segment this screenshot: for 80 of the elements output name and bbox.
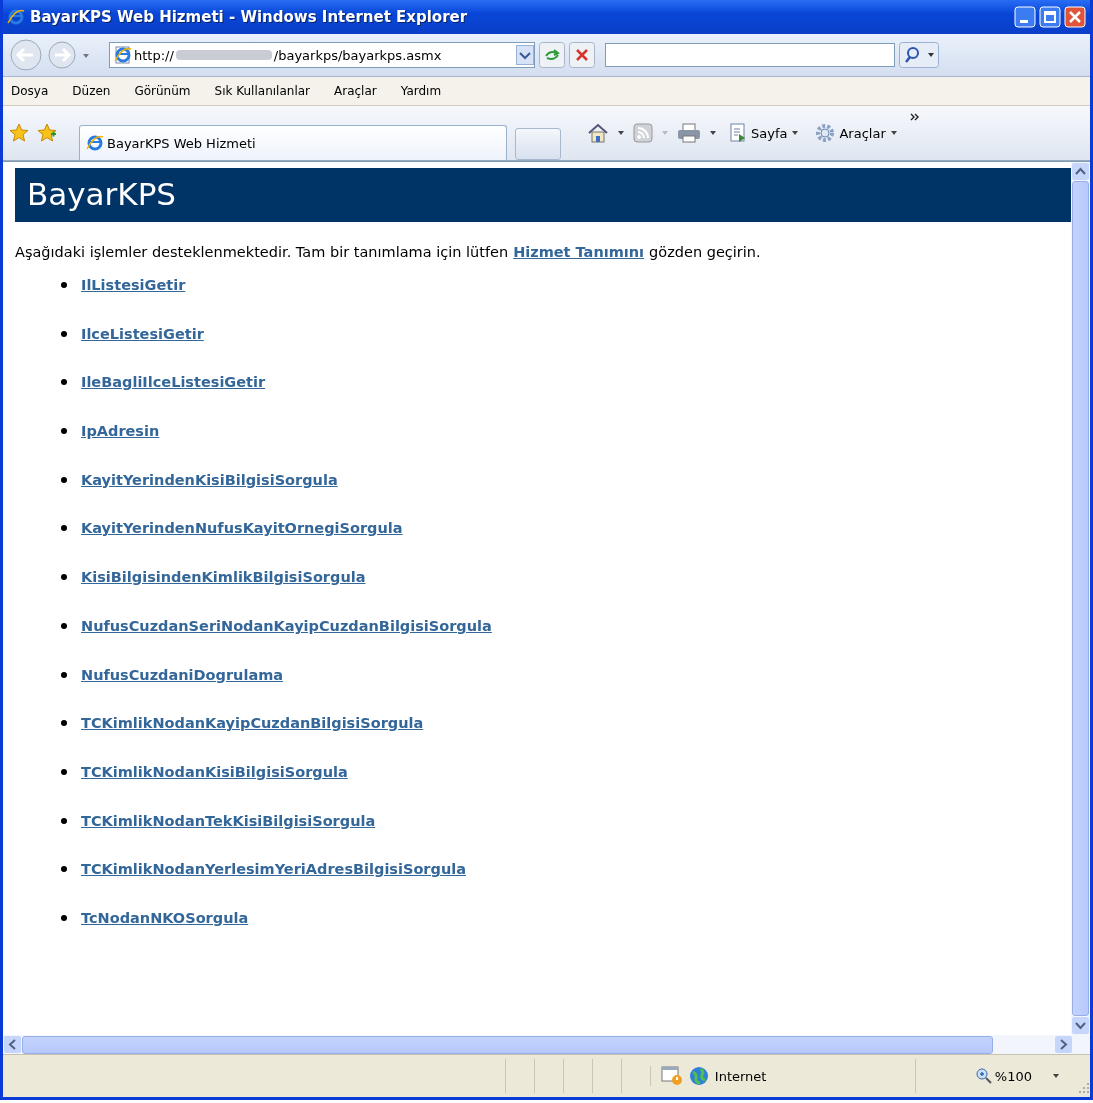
refresh-button[interactable] xyxy=(539,42,565,68)
operation-link[interactable]: TCKimlikNodanYerlesimYeriAdresBilgisiSorgula xyxy=(81,861,466,878)
bullet-icon xyxy=(61,866,67,873)
caret-icon[interactable] xyxy=(617,130,625,136)
gear-icon xyxy=(815,123,836,143)
browser-logo-icon xyxy=(86,134,104,152)
bullet-icon xyxy=(61,428,67,435)
printer-icon[interactable] xyxy=(677,123,701,143)
tools-menu-button[interactable]: Araçlar xyxy=(811,123,902,143)
caret-icon[interactable] xyxy=(709,130,717,136)
bullet-icon xyxy=(61,817,67,824)
operation-link[interactable]: IlListesiGetir xyxy=(81,277,186,293)
bullet-icon xyxy=(61,476,67,483)
operation-link[interactable]: NufusCuzdaniDogrulama xyxy=(81,666,284,683)
menu-item[interactable]: Dosya xyxy=(11,84,49,98)
close-button[interactable] xyxy=(1064,6,1086,28)
chevron-icon[interactable] xyxy=(909,112,920,122)
zoom-button[interactable]: %100 xyxy=(914,1059,1038,1093)
caret-icon[interactable] xyxy=(81,51,91,59)
bullet-icon xyxy=(61,671,67,678)
bullet-icon xyxy=(61,768,67,775)
bullet-icon xyxy=(61,622,67,629)
scroll-right-button[interactable] xyxy=(1055,1036,1072,1053)
caret-icon xyxy=(791,130,800,136)
bullet-icon xyxy=(61,282,67,288)
operation-link[interactable]: IpAdresin xyxy=(81,423,160,440)
bullet-icon xyxy=(61,525,67,532)
operation-link[interactable]: TCKimlikNodanKisiBilgisiSorgula xyxy=(81,763,348,780)
home-icon[interactable] xyxy=(587,123,609,143)
menu-item[interactable]: Araçlar xyxy=(334,84,377,98)
browser-tab[interactable]: BayarKPS Web Hizmeti xyxy=(79,125,507,160)
browser-logo-icon xyxy=(7,8,25,26)
bullet-icon xyxy=(61,330,67,337)
page-menu-button[interactable]: Sayfa xyxy=(725,123,804,143)
zoom-icon xyxy=(975,1068,992,1084)
dropdown-button[interactable] xyxy=(516,45,534,65)
menu-item[interactable]: Sık Kullanılanlar xyxy=(214,84,310,98)
search-field[interactable] xyxy=(605,43,895,67)
feed-icon[interactable] xyxy=(633,123,653,143)
operation-link[interactable]: KayitYerindenKisiBilgisiSorgula xyxy=(81,471,338,488)
operation-link[interactable]: NufusCuzdanSeriNodanKayipCuzdanBilgisiSorgula xyxy=(81,617,492,634)
scroll-up-button[interactable] xyxy=(1072,163,1089,180)
star-plus-icon[interactable] xyxy=(37,123,57,143)
operation-link[interactable]: KayitYerindenNufusKayitOrnegiSorgula xyxy=(81,520,403,537)
operation-link[interactable]: TcNodanNKOSorgula xyxy=(81,909,249,926)
maximize-button[interactable] xyxy=(1039,6,1061,28)
menu-item[interactable]: Yardım xyxy=(400,84,442,98)
operation-link[interactable]: TCKimlikNodanKayipCuzdanBilgisiSorgula xyxy=(81,715,424,732)
resize-grip-icon xyxy=(1078,1082,1090,1094)
page-heading: BayarKPS xyxy=(27,176,178,212)
stop-button[interactable] xyxy=(569,42,595,68)
window-title: BayarKPS Web Hizmeti - Windows Internet Explorer xyxy=(30,8,469,26)
page-icon xyxy=(729,123,747,143)
intro-text: gözden geçirin. xyxy=(649,244,761,260)
bullet-icon xyxy=(61,914,67,921)
operation-link[interactable]: TCKimlikNodanTekKisiBilgisiSorgula xyxy=(81,812,376,829)
menu-item[interactable]: Görünüm xyxy=(134,84,191,98)
operation-link[interactable]: KisiBilgisindenKimlikBilgisiSorgula xyxy=(81,569,366,586)
globe-icon xyxy=(688,1066,709,1086)
url-text: http:// xyxy=(134,47,174,63)
scroll-down-button[interactable] xyxy=(1072,1017,1089,1034)
page-icon xyxy=(114,46,132,64)
minimize-button[interactable] xyxy=(1014,6,1036,28)
bullet-icon xyxy=(61,574,67,581)
menu-item[interactable]: Düzen xyxy=(72,84,111,98)
operation-link[interactable]: IlceListesiGetir xyxy=(81,325,204,342)
service-description-link[interactable]: Hizmet Tanımını xyxy=(513,244,645,260)
url-text: /bayarkps/bayarkps.asmx xyxy=(273,47,442,63)
caret-icon xyxy=(661,130,669,136)
security-zone: Internet xyxy=(714,1068,768,1084)
bullet-icon xyxy=(61,720,67,727)
caret-icon xyxy=(889,130,898,136)
address-field[interactable]: http:// /bayarkps/bayarkps.asmx xyxy=(109,42,535,68)
star-icon[interactable] xyxy=(9,123,29,143)
operation-link[interactable]: IleBagliIlceListesiGetir xyxy=(81,374,266,391)
caret-icon[interactable] xyxy=(1052,1073,1060,1079)
intro-text: Aşağıdaki işlemler desteklenmektedir. Tam bir tanımlama için lütfen xyxy=(15,244,509,260)
search-button[interactable] xyxy=(899,42,939,68)
scroll-left-button[interactable] xyxy=(4,1036,21,1053)
bullet-icon xyxy=(61,379,67,386)
